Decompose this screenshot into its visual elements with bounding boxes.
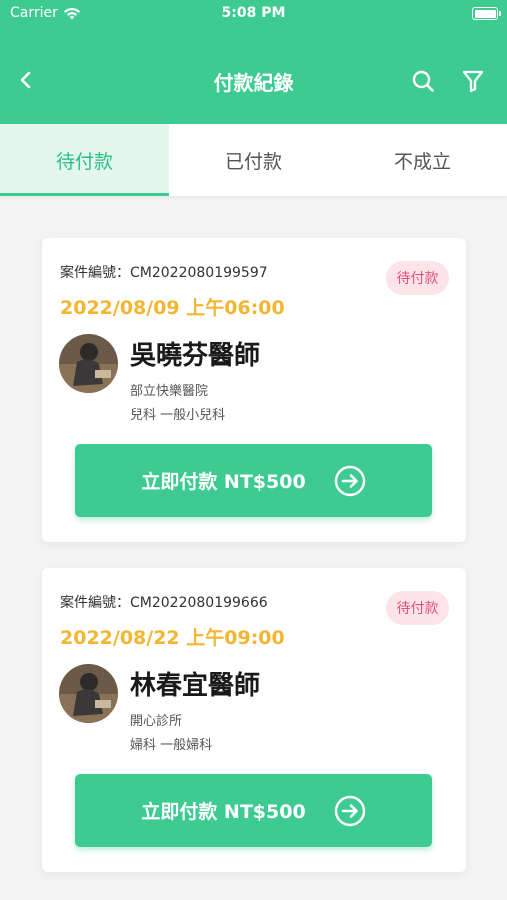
doctor-name: 林春宜醫師 [130,671,261,701]
tab-invalid[interactable]: 不成立 [338,124,507,196]
status-badge: 待付款 [386,591,449,625]
payment-card: 案件編號：CM2022080199597 待付款 2022/08/09 上午06… [42,238,466,542]
clinic-name: 部立快樂醫院 [130,384,209,399]
filter-button[interactable] [456,64,490,98]
tab-paid[interactable]: 已付款 [169,124,338,196]
doctor-name: 吳曉芬醫師 [130,341,261,371]
payment-card: 案件編號：CM2022080199666 待付款 2022/08/22 上午09… [42,568,466,872]
clinic-name: 開心診所 [130,714,183,729]
arrow-right-circle-icon [334,795,366,827]
status-badge: 待付款 [386,261,449,295]
filter-icon [462,70,484,93]
department: 婦科 一般婦科 [130,738,213,753]
back-button[interactable] [10,64,42,96]
status-time: 5:08 PM [221,5,286,21]
search-icon [412,70,434,92]
case-number: 案件編號：CM2022080199666 [60,595,268,611]
pay-now-label: 立即付款 NT$500 [141,471,306,493]
department: 兒科 一般小兒科 [130,408,226,423]
pay-now-button[interactable]: 立即付款 NT$500 [75,774,432,847]
status-bar: Carrier 5:08 PM [0,0,507,28]
case-number: 案件編號：CM2022080199597 [60,265,268,281]
pay-now-button[interactable]: 立即付款 NT$500 [75,444,432,517]
arrow-right-circle-icon [334,465,366,497]
appointment-time: 2022/08/22 上午09:00 [60,627,285,649]
search-button[interactable] [406,64,440,98]
nav-bar: 付款紀錄 [0,56,507,104]
tab-pending[interactable]: 待付款 [0,124,169,196]
battery-icon [472,7,501,20]
pay-now-label: 立即付款 NT$500 [141,801,306,823]
appointment-time: 2022/08/09 上午06:00 [60,297,285,319]
doctor-avatar [59,334,118,393]
tab-bar: 待付款 已付款 不成立 [0,124,507,196]
back-arrow-icon [20,71,31,89]
app-header: Carrier 5:08 PM 付款紀錄 [0,0,507,124]
doctor-avatar [59,664,118,723]
